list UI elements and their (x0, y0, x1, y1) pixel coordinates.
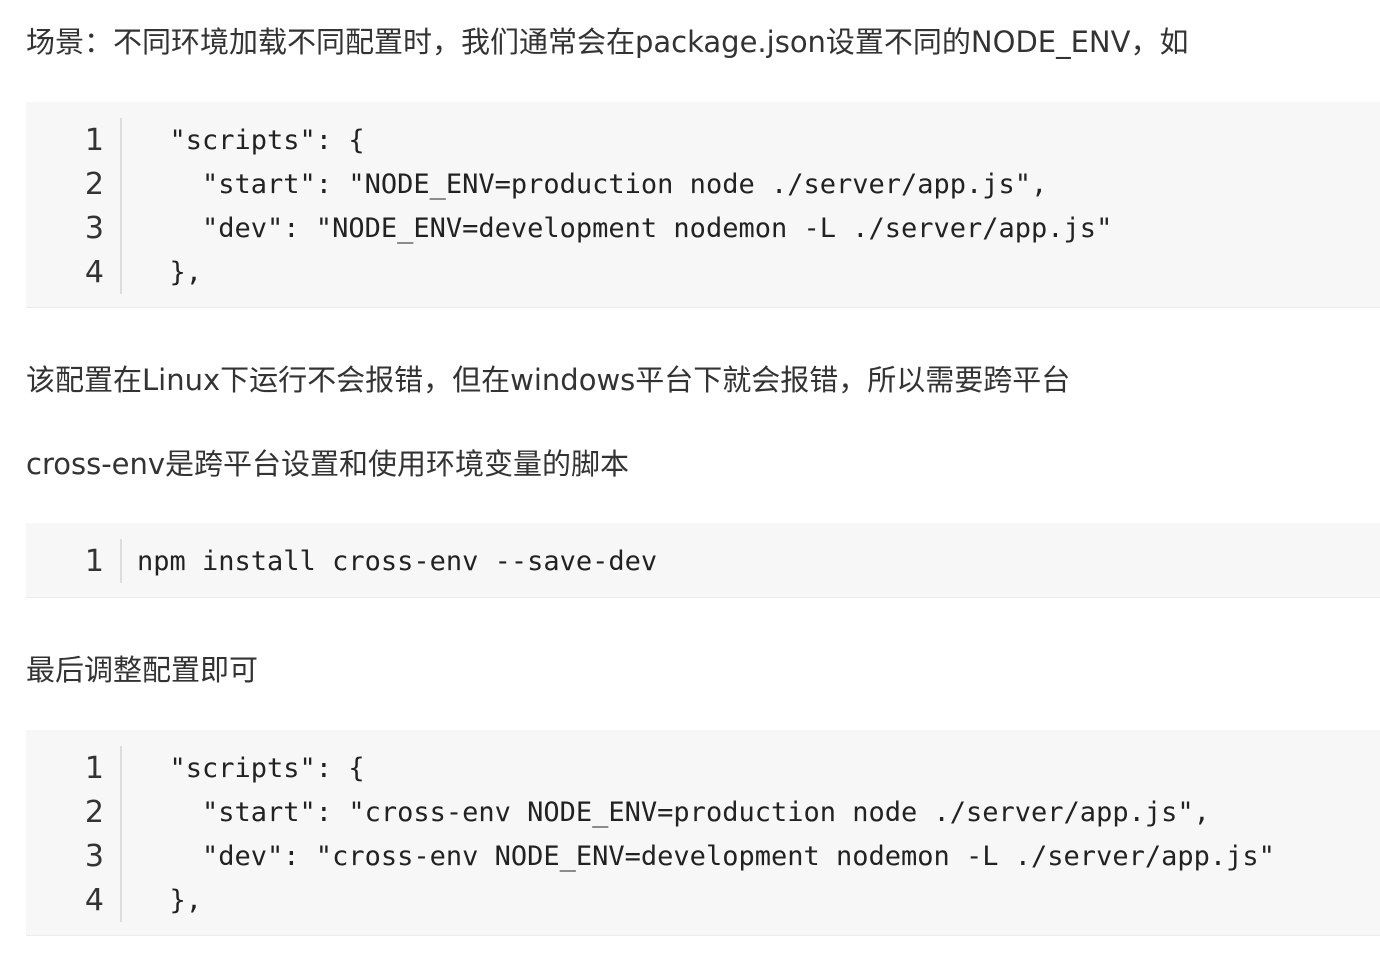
code-text: }, (137, 884, 203, 916)
paragraph-scenario: 场景：不同环境加载不同配置时，我们通常会在package.json设置不同的NO… (26, 25, 1189, 59)
code-line: 4 }, (26, 250, 1112, 294)
line-number: 3 (84, 210, 104, 246)
code-text: npm install cross-env --save-dev (137, 545, 658, 577)
line-number: 1 (84, 750, 104, 786)
line-number: 4 (84, 254, 104, 290)
code-text: "dev": "NODE_ENV=development nodemon -L … (137, 212, 1113, 244)
code-line: 4 }, (26, 878, 1275, 922)
line-number: 3 (84, 838, 104, 874)
line-number: 2 (84, 794, 104, 830)
paragraph-adjust: 最后调整配置即可 (26, 653, 259, 687)
code-text: }, (137, 256, 203, 288)
code-text: "scripts": { (137, 124, 365, 156)
line-number: 1 (84, 122, 104, 158)
line-number: 2 (84, 166, 104, 202)
paragraph-cross-env: cross-env是跨平台设置和使用环境变量的脚本 (26, 447, 630, 481)
code-line: 1 "scripts": { (26, 746, 1275, 790)
code-line: 1 npm install cross-env --save-dev (26, 539, 657, 583)
code-text: "start": "cross-env NODE_ENV=production … (137, 796, 1210, 828)
code-line: 2 "start": "cross-env NODE_ENV=productio… (26, 790, 1275, 834)
code-text: "scripts": { (137, 752, 365, 784)
code-block-scripts-cross-env: 1 "scripts": { 2 "start": "cross-env NOD… (26, 730, 1380, 936)
code-text: "dev": "cross-env NODE_ENV=development n… (137, 840, 1275, 872)
code-block-install: 1 npm install cross-env --save-dev (26, 523, 1380, 598)
code-line: 3 "dev": "NODE_ENV=development nodemon -… (26, 206, 1112, 250)
code-text: "start": "NODE_ENV=production node ./ser… (137, 168, 1048, 200)
line-number: 1 (84, 543, 104, 579)
code-block-scripts: 1 "scripts": { 2 "start": "NODE_ENV=prod… (26, 102, 1380, 308)
code-line: 3 "dev": "cross-env NODE_ENV=development… (26, 834, 1275, 878)
line-number: 4 (84, 882, 104, 918)
code-line: 1 "scripts": { (26, 118, 1112, 162)
paragraph-linux-windows: 该配置在Linux下运行不会报错，但在windows平台下就会报错，所以需要跨平… (26, 363, 1071, 397)
code-line: 2 "start": "NODE_ENV=production node ./s… (26, 162, 1112, 206)
